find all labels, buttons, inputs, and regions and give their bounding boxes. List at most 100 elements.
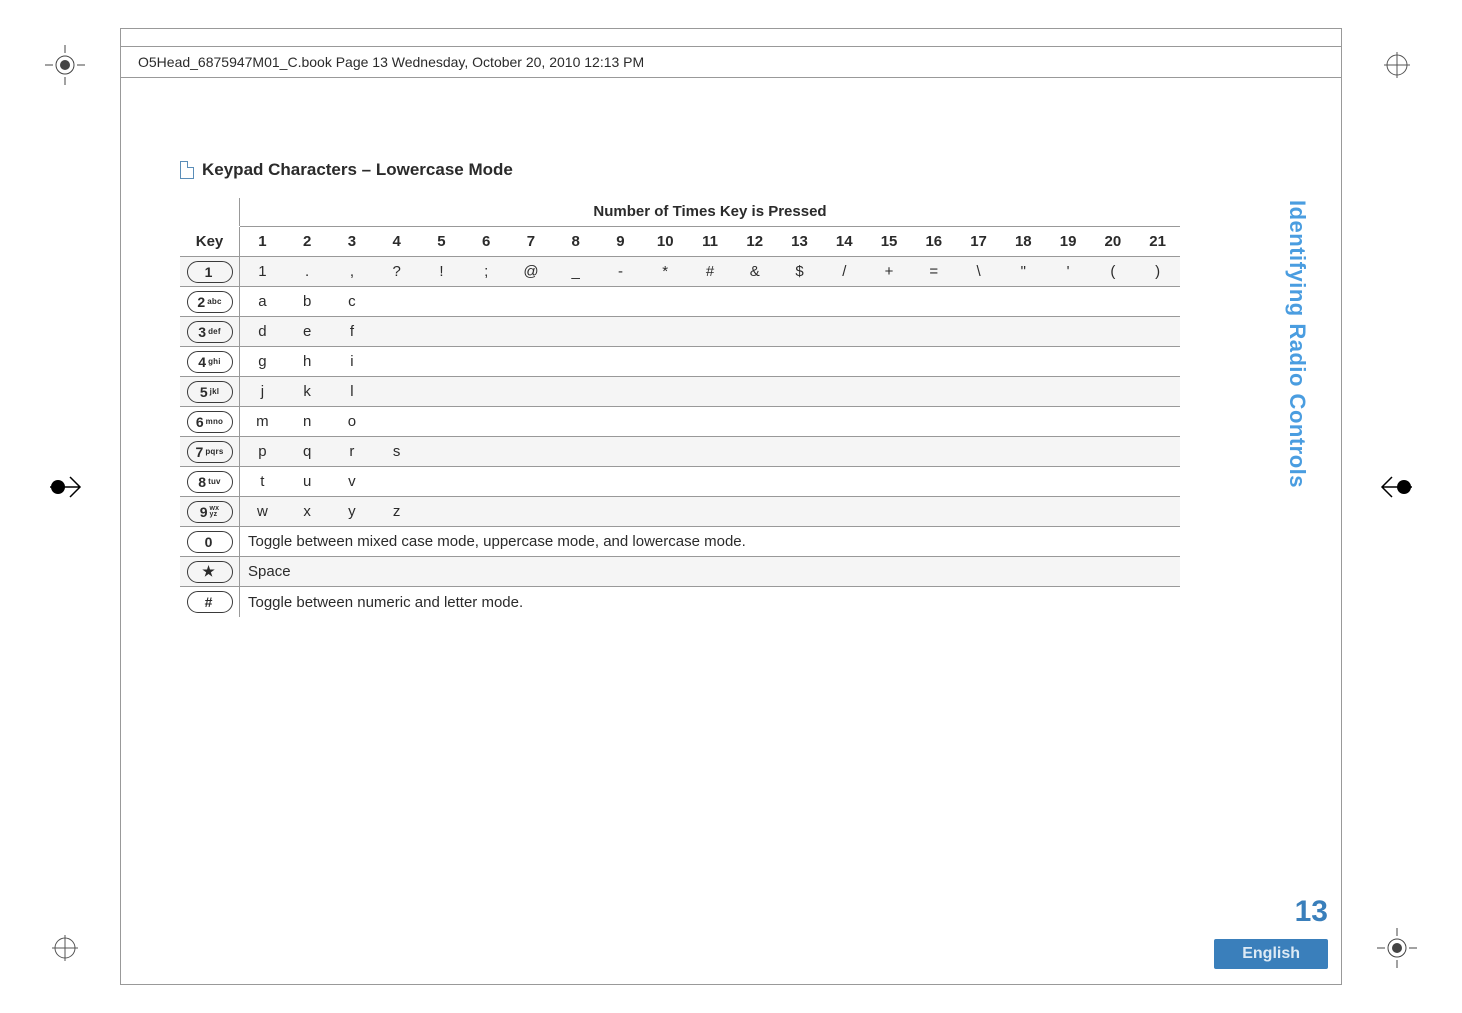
cell: d <box>240 323 285 340</box>
col-header: 5 <box>419 233 464 250</box>
key-lozenge-k7: 7pqrs <box>187 441 233 463</box>
key-lozenge-k4: 4ghi <box>187 351 233 373</box>
section-title: Keypad Characters – Lowercase Mode <box>202 160 513 180</box>
key-cell: 1 <box>180 257 240 286</box>
key-cell: 8tuv <box>180 467 240 496</box>
main-content: Keypad Characters – Lowercase Mode Numbe… <box>180 160 1202 617</box>
key-lozenge-k5: 5jkl <box>187 381 233 403</box>
key-cell: ★ <box>180 557 240 586</box>
cell: j <box>240 383 285 400</box>
cell: l <box>330 383 375 400</box>
col-header: 8 <box>553 233 598 250</box>
cell: k <box>285 383 330 400</box>
table-row: 5jkl jkl <box>180 377 1180 407</box>
keypad-table: Number of Times Key is Pressed Key 1 2 3… <box>180 198 1180 617</box>
key-lozenge-k8: 8tuv <box>187 471 233 493</box>
table-row: # Toggle between numeric and letter mode… <box>180 587 1180 617</box>
key-cell: 0 <box>180 527 240 556</box>
cell: $ <box>777 263 822 280</box>
cell: a <box>240 293 285 310</box>
cell: + <box>867 263 912 280</box>
col-header: 16 <box>911 233 956 250</box>
cell: v <box>330 473 375 490</box>
cell: 1 <box>240 263 285 280</box>
cell: m <box>240 413 285 430</box>
table-super-header: Number of Times Key is Pressed <box>240 198 1180 227</box>
cell: s <box>374 443 419 460</box>
span-text: Toggle between numeric and letter mode. <box>240 594 1180 611</box>
col-header: 6 <box>464 233 509 250</box>
col-header: 9 <box>598 233 643 250</box>
cell: & <box>732 263 777 280</box>
col-header: 15 <box>867 233 912 250</box>
cell: w <box>240 503 285 520</box>
cell: ' <box>1046 263 1091 280</box>
col-header: 21 <box>1135 233 1180 250</box>
col-header: 3 <box>330 233 375 250</box>
key-lozenge-k0: 0 <box>187 531 233 553</box>
key-lozenge-k6: 6mno <box>187 411 233 433</box>
span-text: Toggle between mixed case mode, uppercas… <box>240 533 1180 550</box>
col-header: 17 <box>956 233 1001 250</box>
crop-mark-left <box>40 462 90 512</box>
cell: o <box>330 413 375 430</box>
cell: - <box>598 263 643 280</box>
key-cell: 3def <box>180 317 240 346</box>
cell: g <box>240 353 285 370</box>
cell: ! <box>419 263 464 280</box>
col-header: 19 <box>1046 233 1091 250</box>
cell: / <box>822 263 867 280</box>
crop-mark-top-right <box>1372 40 1422 90</box>
col-header: 10 <box>643 233 688 250</box>
cell: , <box>330 263 375 280</box>
cell: h <box>285 353 330 370</box>
cell: ( <box>1090 263 1135 280</box>
key-lozenge-k2: 2abc <box>187 291 233 313</box>
cell: z <box>374 503 419 520</box>
key-lozenge-k1: 1 <box>187 261 233 283</box>
cell: n <box>285 413 330 430</box>
key-cell: 4ghi <box>180 347 240 376</box>
cell: e <box>285 323 330 340</box>
cell: u <box>285 473 330 490</box>
col-header: 4 <box>374 233 419 250</box>
col-header: 1 <box>240 233 285 250</box>
cell: c <box>330 293 375 310</box>
table-row: 6mno mno <box>180 407 1180 437</box>
cell: # <box>688 263 733 280</box>
cell: p <box>240 443 285 460</box>
key-lozenge-k9: 9wxyz <box>187 501 233 523</box>
table-row: 3def def <box>180 317 1180 347</box>
crop-mark-bottom-left <box>40 923 90 973</box>
sidebar-title: Identifying Radio Controls <box>1284 200 1310 488</box>
cell: _ <box>553 263 598 280</box>
cell: ; <box>464 263 509 280</box>
key-lozenge-khash: # <box>187 591 233 613</box>
cell: = <box>911 263 956 280</box>
cell: \ <box>956 263 1001 280</box>
col-header: 12 <box>732 233 777 250</box>
crop-mark-right <box>1372 462 1422 512</box>
cell: x <box>285 503 330 520</box>
col-header: 13 <box>777 233 822 250</box>
span-text: Space <box>240 563 1180 580</box>
key-cell: 2abc <box>180 287 240 316</box>
table-row: 7pqrs pqrs <box>180 437 1180 467</box>
key-cell: 6mno <box>180 407 240 436</box>
key-lozenge-kstar: ★ <box>187 561 233 583</box>
table-row: 2abc abc <box>180 287 1180 317</box>
col-header: 11 <box>688 233 733 250</box>
table-row: 4ghi ghi <box>180 347 1180 377</box>
cell: y <box>330 503 375 520</box>
cell: " <box>1001 263 1046 280</box>
page-number: 13 <box>1295 895 1328 928</box>
cell: ? <box>374 263 419 280</box>
table-row: 1 1.,?!;@_-*#&$/+=\"'() <box>180 257 1180 287</box>
cell: r <box>330 443 375 460</box>
table-row: 0 Toggle between mixed case mode, upperc… <box>180 527 1180 557</box>
table-row: 8tuv tuv <box>180 467 1180 497</box>
cell: q <box>285 443 330 460</box>
cell: b <box>285 293 330 310</box>
cell: . <box>285 263 330 280</box>
cell: i <box>330 353 375 370</box>
